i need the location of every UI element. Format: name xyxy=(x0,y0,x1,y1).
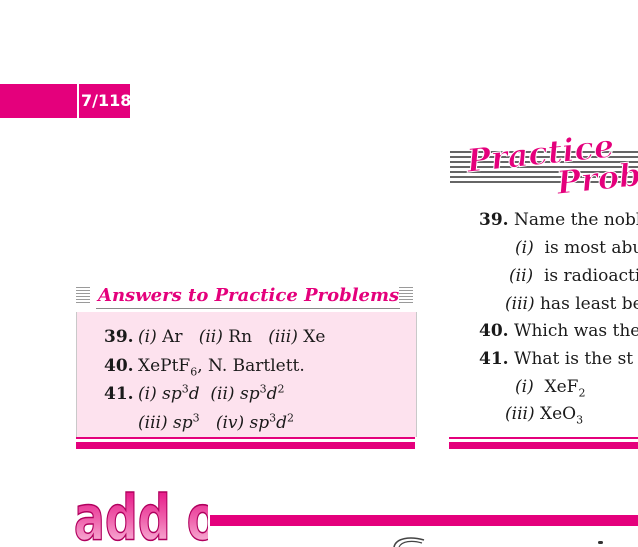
answers-bottom-rule xyxy=(76,437,415,439)
formula-subscript: 2 xyxy=(578,386,586,400)
part-label: (i) xyxy=(515,377,534,397)
part-label: (i) xyxy=(138,327,157,347)
practice-bottom-bar xyxy=(449,442,638,449)
hybrid-base: sp xyxy=(162,384,182,404)
answer-number: 39. xyxy=(104,327,134,347)
question-text: What is the st xyxy=(513,349,634,369)
hybrid-base: sp xyxy=(172,413,193,433)
practice-logo-word2: Prob xyxy=(554,155,638,200)
add-on-logo: add on xyxy=(73,482,208,547)
question-39-iii: (iii) has least be xyxy=(505,294,638,314)
question-41-i: (i) XeF2 xyxy=(515,377,586,400)
hybrid-tail: d xyxy=(188,384,200,404)
question-number: 40. xyxy=(479,321,509,341)
page-number-bar: 7/118 xyxy=(0,84,132,118)
formula: XeO xyxy=(539,404,577,424)
hybrid-base: sp xyxy=(239,384,260,404)
hybrid-base: sp xyxy=(249,413,270,433)
formula: XeF xyxy=(544,377,579,397)
question-text: Which was the xyxy=(513,321,638,341)
hatch-decoration-right xyxy=(399,287,413,305)
answer-number: 41. xyxy=(104,384,134,404)
text-fragment-mark xyxy=(598,541,603,544)
hybrid-sup: 3 xyxy=(259,382,267,396)
part-label: (iv) xyxy=(215,413,245,433)
question-39: 39. Name the nobl xyxy=(479,210,638,230)
question-text: Name the nobl xyxy=(513,210,638,230)
practice-problems-logo: Practice Prob xyxy=(450,128,638,200)
formula-subscript: 3 xyxy=(576,413,584,427)
add-on-logo-text: add on xyxy=(74,482,208,547)
question-41-iii: (iii) XeO3 xyxy=(505,404,584,427)
part-label: (i) xyxy=(138,384,157,404)
page-number: 7/118 xyxy=(81,91,132,110)
answers-title: Answers to Practice Problems xyxy=(98,285,400,306)
part-label: (iii) xyxy=(505,294,535,314)
answer-39: 39. (i) Ar (ii) Rn (iii) Xe xyxy=(104,327,325,347)
part-label: (iii) xyxy=(505,404,535,424)
hybrid-sup: 2 xyxy=(277,382,285,396)
answers-box: Answers to Practice Problems 39. (i) Ar (… xyxy=(76,283,417,449)
formula: XePtF xyxy=(138,356,191,376)
part-label: (i) xyxy=(515,238,534,258)
hybrid-sup: 3 xyxy=(181,382,189,396)
answer-41-row2: (iii) sp3 (iv) sp3d2 xyxy=(138,411,295,433)
question-text: is radioacti xyxy=(543,266,638,286)
answers-bottom-bar xyxy=(76,442,415,449)
page-bar-divider xyxy=(77,84,79,118)
question-text: is most abu xyxy=(544,238,638,258)
part-label: (iii) xyxy=(268,327,298,347)
answer-text: , N. Bartlett. xyxy=(197,356,305,376)
question-39-ii: (ii) is radioacti xyxy=(509,266,638,286)
hybrid-tail: d xyxy=(276,413,288,433)
part-text: Ar xyxy=(162,327,183,347)
part-text: Rn xyxy=(228,327,253,347)
answers-title-rule xyxy=(96,308,400,309)
part-label: (ii) xyxy=(509,266,534,286)
part-label: (ii) xyxy=(210,384,235,404)
question-40: 40. Which was the xyxy=(479,321,638,341)
answer-number: 40. xyxy=(104,356,134,376)
part-text: Xe xyxy=(303,327,326,347)
practice-bottom-rule xyxy=(449,437,638,439)
part-label: (iii) xyxy=(138,413,168,433)
answer-41: 41. (i) sp3d (ii) sp3d2 xyxy=(104,382,285,404)
question-number: 39. xyxy=(479,210,509,230)
hybrid-sup: 2 xyxy=(287,411,295,425)
part-label: (ii) xyxy=(198,327,223,347)
answer-40: 40. XePtF6, N. Bartlett. xyxy=(104,356,305,377)
hybrid-tail: d xyxy=(266,384,278,404)
question-39-i: (i) is most abu xyxy=(515,238,638,258)
hatch-decoration-left xyxy=(76,287,90,305)
question-number: 41. xyxy=(479,349,509,369)
question-41: 41. What is the st xyxy=(479,349,633,369)
question-text: has least be xyxy=(539,294,638,314)
add-on-bar xyxy=(210,515,638,526)
hybrid-sup: 3 xyxy=(192,411,200,425)
swirl-decoration-icon xyxy=(393,537,425,547)
